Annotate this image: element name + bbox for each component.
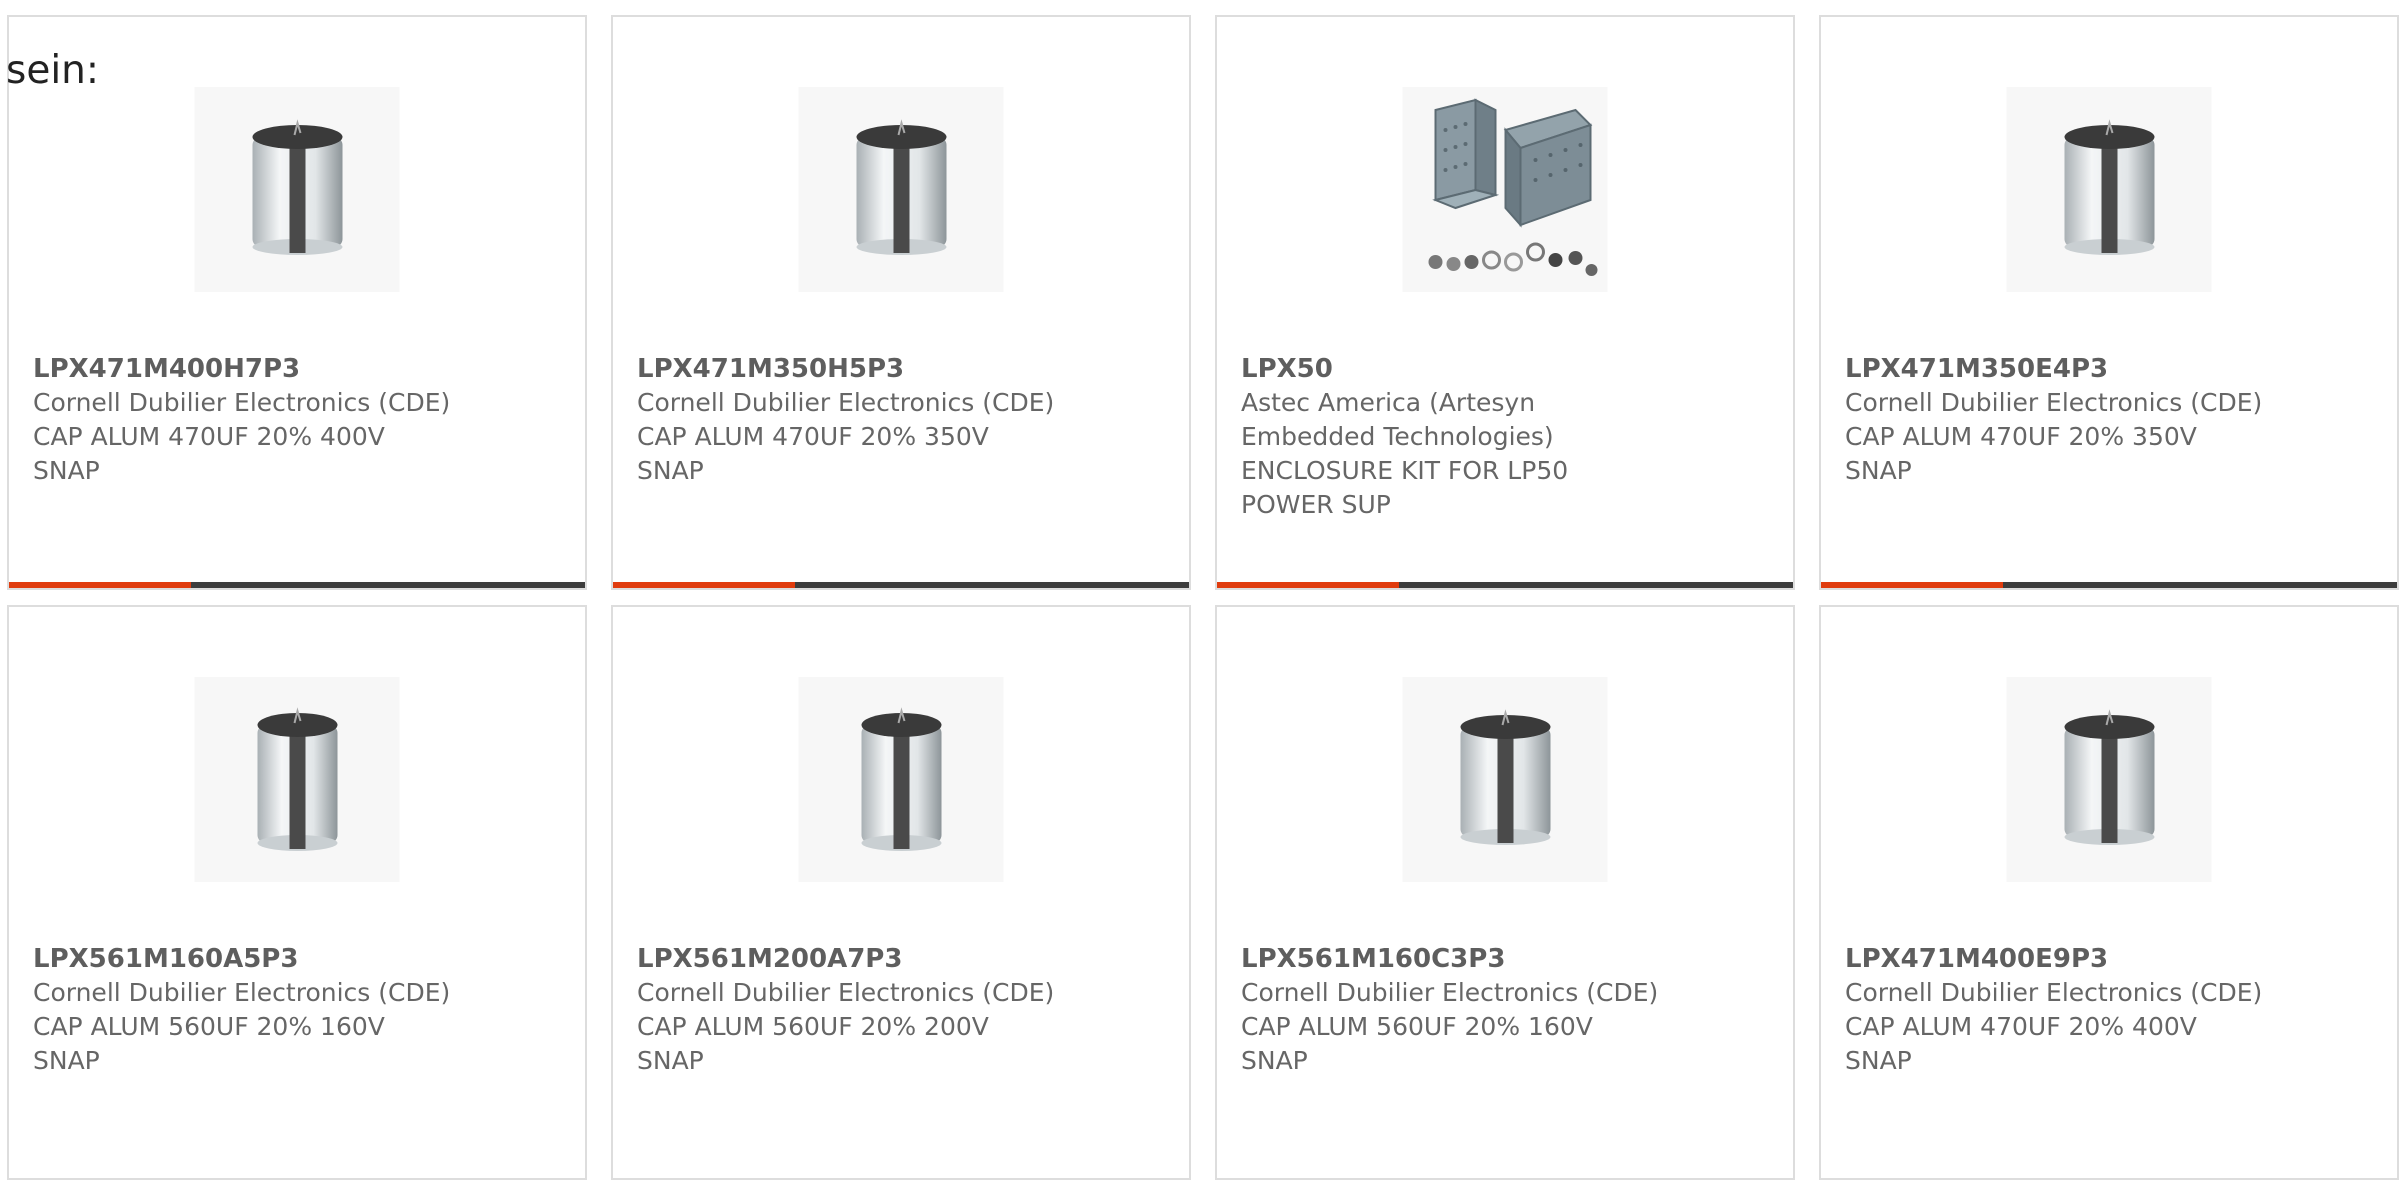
product-description: CAP ALUM 560UF 20% 160V SNAP: [33, 1012, 385, 1075]
product-card[interactable]: LPX561M160A5P3 Cornell Dubilier Electron…: [7, 605, 587, 1180]
product-part-number[interactable]: LPX561M200A7P3: [637, 944, 902, 974]
product-part-number[interactable]: LPX471M350H5P3: [637, 354, 904, 384]
product-part-number[interactable]: LPX50: [1241, 354, 1333, 384]
product-card[interactable]: LPX471M400E9P3 Cornell Dubilier Electron…: [1819, 605, 2399, 1180]
card-accent-bar: [9, 582, 585, 588]
product-description: CAP ALUM 560UF 20% 160V SNAP: [1241, 1012, 1593, 1075]
product-description: CAP ALUM 470UF 20% 350V SNAP: [637, 422, 989, 485]
product-card[interactable]: LPX471M350E4P3 Cornell Dubilier Electron…: [1819, 15, 2399, 590]
product-card[interactable]: LPX561M200A7P3 Cornell Dubilier Electron…: [611, 605, 1191, 1180]
product-description: CAP ALUM 470UF 20% 350V SNAP: [1845, 422, 2197, 485]
product-card[interactable]: LPX50 Astec America (Artesyn Embedded Te…: [1215, 15, 1795, 590]
product-description: CAP ALUM 470UF 20% 400V SNAP: [1845, 1012, 2197, 1075]
product-manufacturer: Cornell Dubilier Electronics (CDE): [33, 978, 451, 1007]
product-manufacturer: Cornell Dubilier Electronics (CDE): [1845, 388, 2263, 417]
capacitor-image[interactable]: [2006, 87, 2212, 292]
product-manufacturer: Cornell Dubilier Electronics (CDE): [637, 388, 1055, 417]
product-description: ENCLOSURE KIT FOR LP50 POWER SUP: [1241, 456, 1569, 519]
product-manufacturer: Cornell Dubilier Electronics (CDE): [637, 978, 1055, 1007]
card-accent-bar: [613, 582, 1189, 588]
capacitor-image[interactable]: [798, 677, 1004, 882]
capacitor-image[interactable]: [1402, 677, 1608, 882]
product-description: CAP ALUM 470UF 20% 400V SNAP: [33, 422, 385, 485]
capacitor-image[interactable]: [194, 87, 400, 292]
product-part-number[interactable]: LPX561M160A5P3: [33, 944, 298, 974]
intro-text: sein:: [6, 48, 100, 93]
product-card[interactable]: LPX561M160C3P3 Cornell Dubilier Electron…: [1215, 605, 1795, 1180]
product-description: CAP ALUM 560UF 20% 200V SNAP: [637, 1012, 989, 1075]
product-manufacturer: Astec America (Artesyn Embedded Technolo…: [1241, 388, 1554, 451]
card-accent-bar: [1821, 582, 2397, 588]
product-part-number[interactable]: LPX471M350E4P3: [1845, 354, 2108, 384]
product-card[interactable]: LPX471M400H7P3 Cornell Dubilier Electron…: [7, 15, 587, 590]
capacitor-image[interactable]: [798, 87, 1004, 292]
product-manufacturer: Cornell Dubilier Electronics (CDE): [1845, 978, 2263, 1007]
capacitor-image[interactable]: [194, 677, 400, 882]
enclosure-kit-image[interactable]: [1402, 87, 1608, 292]
product-manufacturer: Cornell Dubilier Electronics (CDE): [33, 388, 451, 417]
product-part-number[interactable]: LPX471M400H7P3: [33, 354, 300, 384]
product-part-number[interactable]: LPX561M160C3P3: [1241, 944, 1505, 974]
product-card[interactable]: LPX471M350H5P3 Cornell Dubilier Electron…: [611, 15, 1191, 590]
product-part-number[interactable]: LPX471M400E9P3: [1845, 944, 2108, 974]
card-accent-bar: [1217, 582, 1793, 588]
capacitor-image[interactable]: [2006, 677, 2212, 882]
product-manufacturer: Cornell Dubilier Electronics (CDE): [1241, 978, 1659, 1007]
